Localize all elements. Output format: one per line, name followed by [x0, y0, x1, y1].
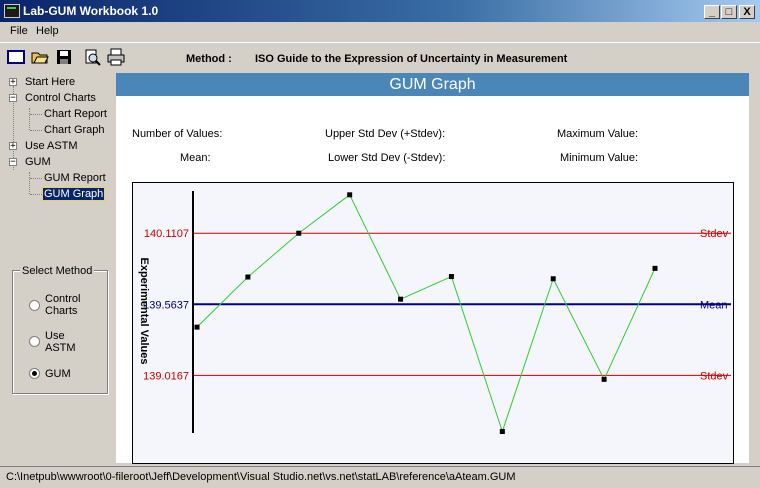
data-point	[194, 324, 200, 330]
collapse-icon[interactable]: −	[9, 94, 17, 103]
tree-item-gum-report[interactable]: GUM Report	[44, 172, 106, 184]
tree-item-gum[interactable]: GUM	[25, 156, 51, 168]
menu-bar: File Help	[0, 22, 760, 41]
panel-title: GUM Graph	[116, 73, 749, 96]
radio-label-line1: Use	[45, 330, 65, 342]
collapse-icon[interactable]: −	[9, 158, 17, 167]
tree-item-chart-graph[interactable]: Chart Graph	[44, 124, 105, 136]
data-point	[245, 274, 251, 280]
open-folder-icon[interactable]	[30, 47, 50, 67]
radio-label-line2: Charts	[45, 305, 78, 317]
radio-use-astm-label[interactable]: Use ASTM	[45, 330, 76, 354]
title-bar[interactable]: Lab-GUM Workbook 1.0 _ □ X	[0, 0, 760, 22]
menu-file[interactable]: File	[10, 25, 28, 37]
stat-number-of-values: Number of Values:	[132, 128, 223, 140]
status-path: C:\Inetpub\wwwroot\0-fileroot\Jeff\Devel…	[6, 471, 516, 483]
stat-upper-std-dev: Upper Std Dev (+Stdev):	[325, 128, 446, 140]
navigation-tree: + Start Here − Control Charts Chart Repo…	[6, 74, 108, 209]
radio-gum[interactable]	[29, 368, 40, 379]
y-axis-label: Experimental Values	[138, 258, 150, 365]
window-title: Lab-GUM Workbook 1.0	[23, 4, 159, 18]
radio-gum-label[interactable]: GUM	[45, 368, 71, 380]
tree-item-control-charts[interactable]: Control Charts	[25, 92, 96, 104]
data-point	[499, 429, 505, 435]
method-label: Method :	[186, 53, 232, 65]
stat-lower-std-dev: Lower Std Dev (-Stdev):	[328, 152, 446, 164]
method-value: ISO Guide to the Expression of Uncertain…	[255, 53, 568, 65]
reference-line-value-label: 140.1107	[144, 228, 189, 240]
close-button[interactable]: X	[739, 5, 755, 19]
radio-control-charts[interactable]	[29, 300, 40, 311]
new-icon[interactable]	[6, 47, 26, 67]
tree-item-gum-graph[interactable]: GUM Graph	[41, 187, 106, 201]
expand-icon[interactable]: +	[9, 142, 17, 151]
stat-minimum-value: Minimum Value:	[560, 152, 639, 164]
reference-line-name-label: Stdev	[700, 228, 729, 240]
radio-label-line2: ASTM	[45, 342, 76, 354]
menu-file-label: File	[10, 25, 28, 37]
maximize-button[interactable]: □	[721, 5, 737, 19]
data-point	[652, 265, 658, 271]
print-icon[interactable]	[106, 47, 126, 67]
minimize-button[interactable]: _	[704, 5, 720, 19]
toolbar: Method : ISO Guide to the Expression of …	[0, 42, 760, 73]
data-point	[550, 276, 556, 282]
data-point	[448, 274, 454, 280]
reference-line-name-label: Mean	[700, 299, 728, 311]
menu-help[interactable]: Help	[36, 25, 59, 37]
save-icon[interactable]	[54, 47, 74, 67]
status-bar: C:\Inetpub\wwwroot\0-fileroot\Jeff\Devel…	[0, 466, 760, 488]
data-series-line	[196, 194, 656, 434]
data-point	[347, 192, 353, 198]
stat-mean: Mean:	[180, 152, 211, 164]
reference-line-value-label: 139.0167	[143, 370, 189, 382]
chart-svg: 140.1107 Stdev139.5637 Mean139.0167 StdevEx…	[138, 191, 731, 435]
app-icon	[4, 4, 20, 18]
tree-item-chart-report[interactable]: Chart Report	[44, 108, 107, 120]
radio-use-astm[interactable]	[29, 336, 40, 347]
menu-help-label: Help	[36, 25, 59, 37]
data-point	[296, 230, 302, 236]
data-point	[601, 376, 607, 382]
data-point	[398, 296, 404, 302]
preview-icon[interactable]	[82, 47, 102, 67]
gum-chart: 140.1107 Stdev 139.5637 Mean 139.0167 Stdev Ex…	[132, 182, 734, 464]
tree-item-start-here[interactable]: Start Here	[25, 76, 75, 88]
select-method-title: Select Method	[20, 265, 95, 277]
reference-line-name-label: Stdev	[700, 370, 729, 382]
radio-control-charts-label[interactable]: Control Charts	[45, 293, 80, 317]
stat-maximum-value: Maximum Value:	[557, 128, 639, 140]
expand-icon[interactable]: +	[9, 78, 17, 87]
tree-item-use-astm[interactable]: Use ASTM	[25, 140, 78, 152]
radio-label-line1: Control	[45, 293, 81, 305]
